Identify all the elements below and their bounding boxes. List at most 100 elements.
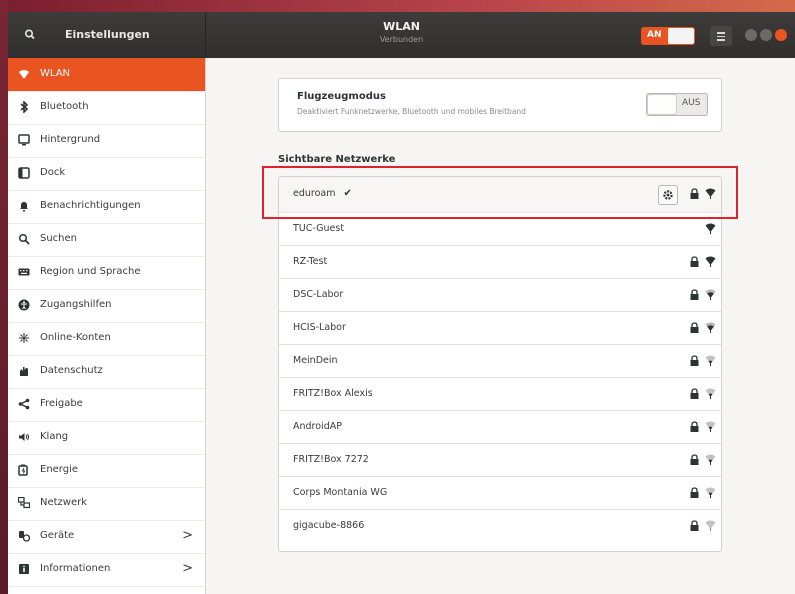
sidebar-item-region-language[interactable]: Region und Sprache [8, 256, 205, 290]
sidebar-item-search[interactable]: Suchen [8, 223, 205, 257]
lock-icon [690, 355, 699, 366]
lock-icon [690, 487, 699, 498]
sidebar-item-online-accounts[interactable]: Online-Konten [8, 322, 205, 356]
wifi-toggle[interactable]: AN [641, 27, 695, 45]
visible-networks-heading: Sichtbare Netzwerke [278, 154, 396, 165]
wifi-weak-icon [705, 487, 716, 498]
header-bar: Einstellungen WLAN Verbunden AN [8, 12, 795, 58]
sidebar-item-notifications[interactable]: Benachrichtigungen [8, 190, 205, 224]
wifi-weak-icon [705, 388, 716, 399]
chevron-right-icon: > [182, 561, 193, 576]
sidebar-item-dock[interactable]: Dock [8, 157, 205, 191]
network-row-fritzbox-7272[interactable]: FRITZ!Box 7272 [279, 443, 721, 477]
wifi-strong-icon [705, 256, 716, 267]
wlan-panel: Flugzeugmodus Deaktiviert Funknetzwerke,… [206, 58, 795, 594]
sidebar-item-label: Online-Konten [40, 332, 111, 343]
bell-icon [20, 202, 28, 212]
chevron-right-icon: > [182, 528, 193, 543]
wifi-icon [19, 70, 29, 79]
network-row-gigacube-8866[interactable]: gigacube-8866 [279, 509, 721, 542]
bluetooth-icon [20, 101, 29, 113]
wifi-weak-icon [705, 421, 716, 432]
airplane-mode-description: Deaktiviert Funknetzwerke, Bluetooth und… [297, 107, 526, 116]
sidebar-item-bluetooth[interactable]: Bluetooth [8, 91, 205, 125]
menu-button[interactable] [710, 26, 732, 46]
accessibility-icon [18, 299, 30, 311]
network-name: gigacube-8866 [293, 520, 365, 531]
close-button[interactable] [775, 29, 787, 41]
sidebar-item-label: Geräte [40, 530, 75, 541]
lock-icon [690, 322, 699, 333]
airplane-mode-switch-knob [648, 95, 676, 114]
sidebar-item-sharing[interactable]: Freigabe [8, 388, 205, 422]
sidebar-item-label: Region und Sprache [40, 266, 141, 277]
network-row-meindein[interactable]: MeinDein [279, 344, 721, 378]
sidebar-item-devices[interactable]: Geräte > [8, 520, 205, 554]
lock-icon [690, 289, 699, 300]
info-icon [19, 564, 29, 574]
minimize-button[interactable] [745, 29, 757, 41]
online-accounts-icon [19, 333, 29, 343]
network-name: FRITZ!Box 7272 [293, 454, 369, 465]
lock-icon [690, 421, 699, 432]
sidebar-item-label: Benachrichtigungen [40, 200, 141, 211]
wifi-weak-icon [705, 355, 716, 366]
airplane-mode-switch[interactable]: AUS [646, 93, 708, 116]
highlight-box [262, 166, 738, 219]
network-name: Corps Montania WG [293, 487, 388, 498]
search-icon [18, 233, 30, 245]
network-name: FRITZ!Box Alexis [293, 388, 373, 399]
network-row-androidap[interactable]: AndroidAP [279, 410, 721, 444]
devices-icon [19, 531, 30, 542]
airplane-mode-switch-label: AUS [682, 98, 701, 108]
network-row-hcis-labor[interactable]: HCIS-Labor [279, 311, 721, 345]
desktop-background-left [0, 0, 8, 594]
network-list: eduroam ✔ TUC-Guest RZ-Test DSC-Labor HC… [278, 176, 722, 552]
wifi-weak-icon [705, 454, 716, 465]
sidebar-item-information[interactable]: Informationen > [8, 553, 205, 587]
airplane-mode-title: Flugzeugmodus [297, 91, 386, 102]
network-icon [18, 497, 30, 509]
sidebar-item-label: Freigabe [40, 398, 83, 409]
wifi-very-weak-icon [705, 520, 716, 531]
sidebar-item-label: Energie [40, 464, 79, 475]
lock-icon [690, 388, 699, 399]
sidebar-item-label: Bluetooth [40, 101, 89, 112]
wifi-medium-icon [705, 289, 716, 300]
maximize-button[interactable] [760, 29, 772, 41]
network-name: HCIS-Labor [293, 322, 346, 333]
hamburger-icon [717, 32, 725, 34]
network-name: DSC-Labor [293, 289, 344, 300]
sidebar-item-label: Hintergrund [40, 134, 101, 145]
sidebar-item-label: Datenschutz [40, 365, 103, 376]
sidebar-item-label: WLAN [40, 68, 71, 79]
network-row-corps-montania-wg[interactable]: Corps Montania WG [279, 476, 721, 510]
lock-icon [690, 520, 699, 531]
battery-icon [18, 464, 28, 476]
sidebar-item-label: Klang [40, 431, 69, 442]
hand-icon [20, 367, 28, 376]
sidebar-item-label: Informationen [40, 563, 111, 574]
sidebar-item-label: Zugangshilfen [40, 299, 112, 310]
network-name: AndroidAP [293, 421, 342, 432]
wifi-medium-icon [705, 322, 716, 333]
network-row-fritzbox-alexis[interactable]: FRITZ!Box Alexis [279, 377, 721, 411]
network-row-dsc-labor[interactable]: DSC-Labor [279, 278, 721, 312]
network-row-rz-test[interactable]: RZ-Test [279, 245, 721, 279]
sidebar-item-network[interactable]: Netzwerk [8, 487, 205, 521]
sidebar-item-power[interactable]: Energie [8, 454, 205, 488]
sidebar-item-sound[interactable]: Klang [8, 421, 205, 455]
wifi-toggle-knob [668, 28, 694, 44]
sidebar-item-accessibility[interactable]: Zugangshilfen [8, 289, 205, 323]
sidebar: WLAN Bluetooth Hintergrund Dock Benachri… [8, 58, 206, 594]
share-icon [18, 398, 30, 410]
lock-icon [690, 454, 699, 465]
desktop-background [0, 0, 795, 12]
wifi-strong-icon [705, 223, 716, 234]
speaker-icon [19, 433, 29, 441]
sidebar-item-privacy[interactable]: Datenschutz [8, 355, 205, 389]
sidebar-item-background[interactable]: Hintergrund [8, 124, 205, 158]
sidebar-item-label: Dock [40, 167, 66, 178]
sidebar-item-wlan[interactable]: WLAN [8, 58, 205, 92]
airplane-mode-row: Flugzeugmodus Deaktiviert Funknetzwerke,… [278, 78, 722, 132]
